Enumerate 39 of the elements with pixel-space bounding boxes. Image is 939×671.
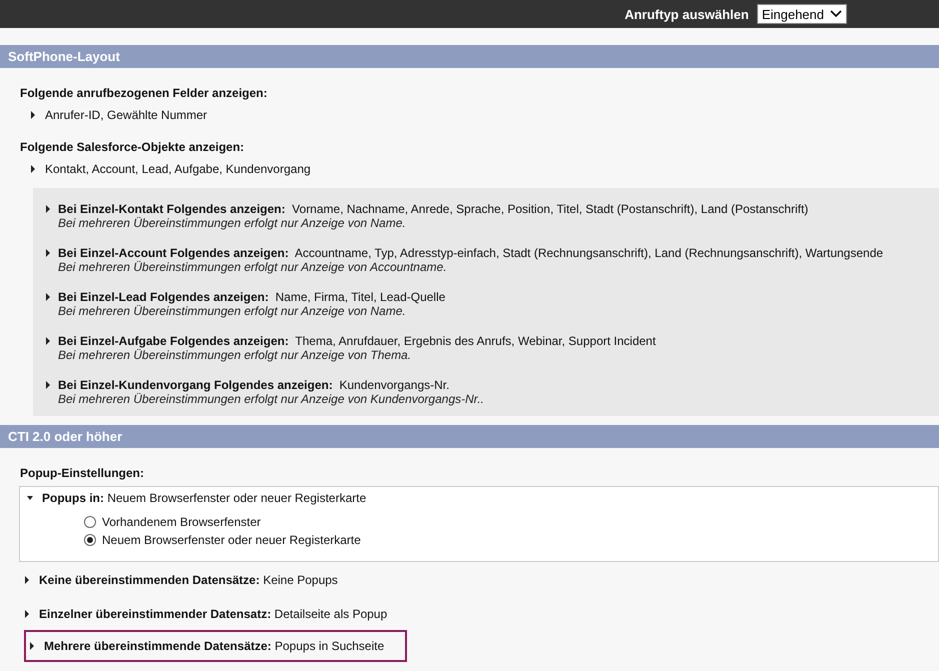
popup-setting[interactable]: Popups in: Neuem Browserfenster oder neuer Registerkarte — [42, 491, 366, 505]
expand-icon[interactable] — [45, 337, 51, 345]
group-heading: Folgende anrufbezogenen Felder anzeigen: — [20, 86, 268, 100]
expand-icon[interactable] — [45, 249, 51, 257]
popup-setting[interactable]: Mehrere übereinstimmende Datensätze: Popups in Suchseite — [44, 639, 384, 653]
expand-icon[interactable] — [45, 381, 51, 389]
group-heading: Popup-Einstellungen: — [20, 466, 145, 480]
expand-icon[interactable] — [24, 610, 30, 618]
expand-icon[interactable] — [30, 165, 36, 173]
detail-note: Bei mehreren Übereinstimmungen erfolgt nur Anzeige von Name. — [58, 216, 407, 230]
call-type-select[interactable]: Eingehend — [756, 4, 847, 24]
expand-icon[interactable] — [24, 576, 30, 584]
expand-icon[interactable] — [45, 293, 51, 301]
expand-icon[interactable] — [29, 642, 35, 650]
detail-fields[interactable]: Bei Einzel-Aufgabe Folgendes anzeigen: Thema, Anrufdauer, Ergebnis des Anrufs, Webinar, Support Incident — [58, 334, 656, 348]
collapse-icon[interactable] — [27, 494, 33, 502]
call-type-label: Anruftyp auswählen — [624, 6, 749, 22]
detail-note: Bei mehreren Übereinstimmungen erfolgt nur Anzeige von Thema. — [58, 348, 412, 362]
detail-fields[interactable]: Bei Einzel-Kontakt Folgendes anzeigen: Vorname, Nachname, Anrede, Sprache, Position, Titel, Stadt (Postanschrift), Land (Postanschrift) — [58, 202, 808, 216]
detail-note: Bei mehreren Übereinstimmungen erfolgt nur Anzeige von Accountname. — [58, 260, 448, 274]
field-list[interactable]: Anrufer-ID, Gewählte Nummer — [45, 108, 208, 122]
radio-label[interactable]: Vorhandenem Browserfenster — [102, 515, 261, 529]
detail-fields[interactable]: Bei Einzel-Account Folgendes anzeigen: Accountname, Typ, Adresstyp-einfach, Stadt (Rechnungsanschrift), Land (Rechnungsanschrift), Wartungsende — [58, 246, 884, 260]
detail-fields[interactable]: Bei Einzel-Lead Folgendes anzeigen: Name, Firma, Titel, Lead-Quelle — [58, 290, 446, 304]
chevron-icon — [830, 10, 842, 18]
section-header: CTI 2.0 oder höher — [0, 425, 939, 448]
radio-button[interactable] — [84, 534, 96, 546]
detail-fields[interactable]: Bei Einzel-Kundenvorgang Folgendes anzeigen: Kundenvorgangs-Nr. — [58, 378, 484, 392]
expand-icon[interactable] — [45, 205, 51, 213]
radio-label[interactable]: Neuem Browserfenster oder neuer Registerkarte — [102, 533, 361, 547]
detail-note: Bei mehreren Übereinstimmungen erfolgt nur Anzeige von Kundenvorgangs-Nr.. — [58, 392, 484, 406]
section-header: SoftPhone-Layout — [0, 45, 939, 68]
radio-button[interactable] — [84, 516, 96, 528]
expand-icon[interactable] — [30, 111, 36, 119]
group-heading: Folgende Salesforce-Objekte anzeigen: — [20, 140, 246, 154]
detail-note: Bei mehreren Übereinstimmungen erfolgt nur Anzeige von Name. — [58, 304, 407, 318]
popup-setting[interactable]: Keine übereinstimmenden Datensätze: Keine Popups — [39, 573, 338, 587]
popup-setting[interactable]: Einzelner übereinstimmender Datensatz: Detailseite als Popup — [39, 607, 388, 621]
field-list[interactable]: Kontakt, Account, Lead, Aufgabe, Kundenvorgang — [45, 162, 311, 176]
